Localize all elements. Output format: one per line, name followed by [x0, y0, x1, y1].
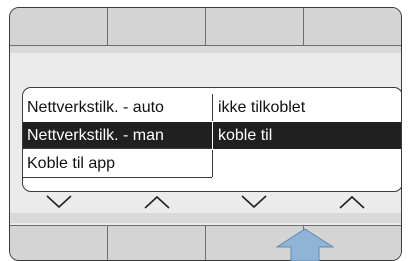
- menu-row-connect-app[interactable]: Koble til app: [23, 150, 401, 177]
- chevron-down-icon[interactable]: [206, 191, 304, 213]
- menu-row-network-auto[interactable]: Nettverkstilk. - auto ikke tilkoblet: [23, 94, 401, 121]
- menu-row-label: Nettverkstilk. - auto: [27, 98, 164, 116]
- menu-row-value: koble til: [212, 122, 401, 149]
- divider-stripe: [10, 46, 401, 53]
- menu-row-value: ikke tilkoblet: [212, 94, 401, 121]
- divider-stripe: [10, 213, 401, 223]
- row-divider: [23, 148, 212, 149]
- chevron-up-icon[interactable]: [303, 191, 401, 213]
- screen: Nettverkstilk. - auto ikke tilkoblet Net…: [9, 7, 402, 261]
- device-display: Nettverkstilk. - auto ikke tilkoblet Net…: [0, 0, 408, 261]
- softkey-top-4[interactable]: [304, 8, 401, 46]
- arrow-up-icon: [276, 228, 334, 261]
- row-divider: [23, 177, 212, 178]
- navigation-arrows: [10, 191, 401, 213]
- softkey-top-1[interactable]: [10, 8, 108, 46]
- menu-row-label: Nettverkstilk. - man: [27, 126, 164, 144]
- softkey-bottom-1[interactable]: [10, 225, 108, 260]
- menu-row-value: [212, 150, 401, 177]
- menu-row-network-manual[interactable]: Nettverkstilk. - man koble til: [23, 122, 401, 149]
- softkey-bottom-2[interactable]: [108, 225, 206, 260]
- chevron-up-icon[interactable]: [108, 191, 206, 213]
- top-softkey-bar: [10, 8, 401, 46]
- softkey-top-2[interactable]: [108, 8, 206, 46]
- bottom-softkey-bar: [10, 225, 401, 260]
- settings-menu: Nettverkstilk. - auto ikke tilkoblet Net…: [22, 87, 401, 192]
- menu-row-label: Koble til app: [27, 154, 116, 172]
- chevron-down-icon[interactable]: [10, 191, 108, 213]
- softkey-top-3[interactable]: [206, 8, 304, 46]
